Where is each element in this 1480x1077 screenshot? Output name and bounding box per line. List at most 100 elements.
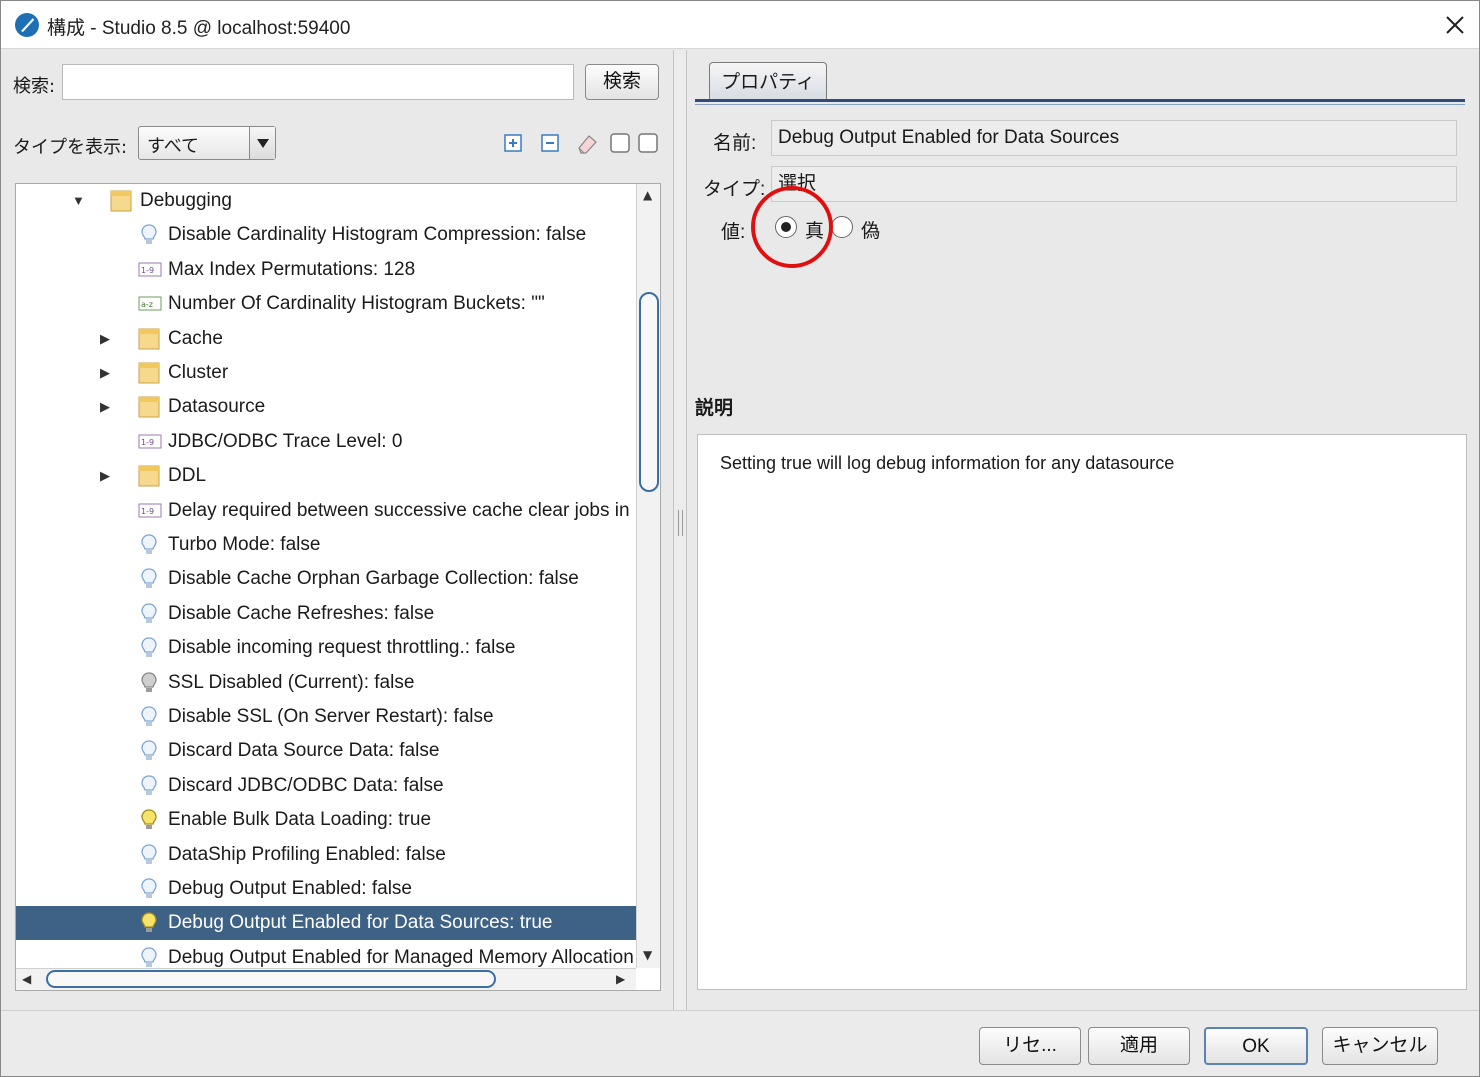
search-input[interactable] bbox=[62, 64, 574, 100]
view-toggle-icon[interactable] bbox=[637, 132, 659, 154]
tree-item-label: Disable Cache Refreshes: false bbox=[168, 602, 435, 624]
tree-item-label: Discard JDBC/ODBC Data: false bbox=[168, 774, 444, 796]
bulb-off-icon bbox=[138, 739, 160, 763]
expand-open-icon[interactable]: ▼ bbox=[72, 184, 85, 218]
tree-folder[interactable]: ▶ Cache bbox=[16, 322, 636, 356]
bulb-on-icon bbox=[138, 808, 160, 832]
bulb-off-icon bbox=[138, 636, 160, 660]
folder-icon bbox=[138, 327, 160, 351]
tab-divider-light bbox=[695, 104, 1465, 105]
type-filter-select[interactable]: すべて bbox=[138, 126, 276, 160]
vertical-scroll-thumb[interactable] bbox=[639, 292, 659, 492]
tree-item[interactable]: 1-9 Max Index Permutations: 128 bbox=[16, 253, 636, 287]
collapse-all-icon[interactable] bbox=[539, 132, 561, 154]
app-icon bbox=[15, 13, 39, 37]
type-filter-label: タイプを表示: bbox=[13, 137, 128, 158]
scroll-up-icon[interactable]: ▲ bbox=[643, 188, 652, 202]
reset-button[interactable]: リセ... bbox=[979, 1027, 1081, 1065]
tree-item-label: Disable incoming request throttling.: fa… bbox=[168, 637, 516, 659]
scroll-right-icon[interactable]: ▶ bbox=[616, 972, 625, 986]
numeric-setting-icon: 1-9 bbox=[138, 258, 162, 282]
pane-splitter[interactable] bbox=[673, 50, 687, 1010]
search-button[interactable]: 検索 bbox=[585, 64, 659, 100]
tree-list: ▼ Debugging Disable Cardinality Histogram … bbox=[16, 184, 636, 968]
radio-false[interactable] bbox=[831, 216, 853, 238]
scroll-down-icon[interactable]: ▼ bbox=[643, 948, 652, 962]
tab-properties[interactable]: プロパティ bbox=[709, 62, 827, 100]
view-toggle-icon[interactable] bbox=[609, 132, 631, 154]
name-field: Debug Output Enabled for Data Sources bbox=[771, 120, 1457, 156]
tree-item[interactable]: Disable Cardinality Histogram Compressio… bbox=[16, 218, 636, 252]
tree-item[interactable]: Discard Data Source Data: false bbox=[16, 734, 636, 768]
tree-item-label: DataShip Profiling Enabled: false bbox=[168, 843, 446, 865]
name-label: 名前: bbox=[713, 133, 757, 154]
expand-all-icon[interactable] bbox=[502, 132, 524, 154]
tree-item[interactable]: SSL Disabled (Current): false bbox=[16, 666, 636, 700]
scroll-left-icon[interactable]: ◀ bbox=[22, 972, 31, 986]
tree-item-label: Debug Output Enabled for Managed Memory … bbox=[168, 946, 634, 968]
bulb-off-icon bbox=[138, 533, 160, 557]
highlight-circle bbox=[751, 186, 833, 268]
button-bar: リセ... 適用 OK キャンセル bbox=[1, 1010, 1479, 1076]
tree-item[interactable]: Turbo Mode: false bbox=[16, 528, 636, 562]
tree-item-label: DDL bbox=[168, 465, 207, 487]
svg-text:a-z: a-z bbox=[141, 300, 153, 309]
tree-item[interactable]: 1-9 JDBC/ODBC Trace Level: 0 bbox=[16, 425, 636, 459]
tree-item-label: Debugging bbox=[140, 190, 232, 211]
expand-closed-icon[interactable]: ▶ bbox=[100, 322, 110, 356]
left-pane: 検索: 検索 タイプを表示: すべて ▼ Debugging Disable Ca bbox=[1, 50, 673, 1010]
horizontal-scrollbar[interactable]: ◀ ▶ bbox=[16, 968, 636, 990]
expand-closed-icon[interactable]: ▶ bbox=[100, 356, 110, 390]
apply-button[interactable]: 適用 bbox=[1088, 1027, 1190, 1065]
eraser-icon[interactable] bbox=[575, 132, 597, 154]
bulb-gray-icon bbox=[138, 671, 160, 695]
tree-item[interactable]: Debug Output Enabled for Data Sources: t… bbox=[16, 906, 636, 941]
bulb-off-icon bbox=[138, 602, 160, 626]
settings-tree[interactable]: ▼ Debugging Disable Cardinality Histogram … bbox=[15, 183, 661, 991]
tree-item[interactable]: Disable Cache Orphan Garbage Collection:… bbox=[16, 562, 636, 596]
tree-folder[interactable]: ▶ Datasource bbox=[16, 390, 636, 424]
tree-item[interactable]: 1-9 Delay required between successive cac… bbox=[16, 494, 636, 528]
close-icon[interactable] bbox=[1441, 11, 1469, 39]
tree-item-label: Disable SSL (On Server Restart): false bbox=[168, 706, 494, 727]
vertical-scrollbar[interactable]: ▲ ▼ bbox=[636, 184, 660, 968]
tree-item-label: Cache bbox=[168, 327, 223, 349]
tree-item[interactable]: Disable incoming request throttling.: fa… bbox=[16, 631, 636, 665]
tree-item[interactable]: Disable SSL (On Server Restart): false bbox=[16, 700, 636, 734]
tab-divider bbox=[695, 99, 1465, 102]
tree-item-label: Cluster bbox=[168, 362, 229, 383]
string-setting-icon: a-z bbox=[138, 292, 162, 316]
tree-item-label: Disable Cardinality Histogram Compressio… bbox=[168, 224, 587, 246]
bulb-off-icon bbox=[138, 774, 160, 798]
tree-folder[interactable]: ▶ DDL bbox=[16, 459, 636, 493]
tree-folder[interactable]: ▶ Cluster bbox=[16, 356, 636, 390]
value-label: 値: bbox=[721, 222, 746, 243]
bulb-on-icon bbox=[138, 911, 160, 935]
tree-folder[interactable]: ▼ Debugging bbox=[16, 184, 636, 218]
tree-item-label: Turbo Mode: false bbox=[168, 534, 321, 555]
bulb-off-icon bbox=[138, 843, 160, 867]
tree-item[interactable]: DataShip Profiling Enabled: false bbox=[16, 838, 636, 872]
description-box: Setting true will log debug information … bbox=[697, 434, 1467, 990]
tree-item-label: Number Of Cardinality Histogram Buckets:… bbox=[168, 293, 545, 315]
ok-button[interactable]: OK bbox=[1204, 1027, 1308, 1065]
expand-closed-icon[interactable]: ▶ bbox=[100, 390, 110, 424]
bulb-off-icon bbox=[138, 223, 160, 247]
splitter-grip-icon[interactable] bbox=[678, 510, 683, 536]
cancel-button[interactable]: キャンセル bbox=[1322, 1027, 1438, 1065]
expand-closed-icon[interactable]: ▶ bbox=[100, 459, 110, 493]
horizontal-scroll-thumb[interactable] bbox=[46, 970, 496, 988]
tree-item[interactable]: Enable Bulk Data Loading: true bbox=[16, 803, 636, 837]
tree-item-label: JDBC/ODBC Trace Level: 0 bbox=[168, 430, 403, 452]
dropdown-arrow-icon[interactable] bbox=[249, 127, 275, 159]
tree-item[interactable]: Discard JDBC/ODBC Data: false bbox=[16, 769, 636, 803]
tree-item[interactable]: a-z Number Of Cardinality Histogram Bucke… bbox=[16, 287, 636, 321]
tree-item[interactable]: Disable Cache Refreshes: false bbox=[16, 597, 636, 631]
svg-text:1-9: 1-9 bbox=[141, 438, 154, 447]
bulb-off-icon bbox=[138, 946, 160, 968]
description-label: 説明 bbox=[695, 397, 734, 419]
tree-item[interactable]: Debug Output Enabled for Managed Memory … bbox=[16, 941, 636, 968]
radio-false-label[interactable]: 偽 bbox=[861, 216, 880, 243]
tree-item[interactable]: Debug Output Enabled: false bbox=[16, 872, 636, 906]
tree-item-label: Delay required between successive cache … bbox=[168, 499, 630, 521]
